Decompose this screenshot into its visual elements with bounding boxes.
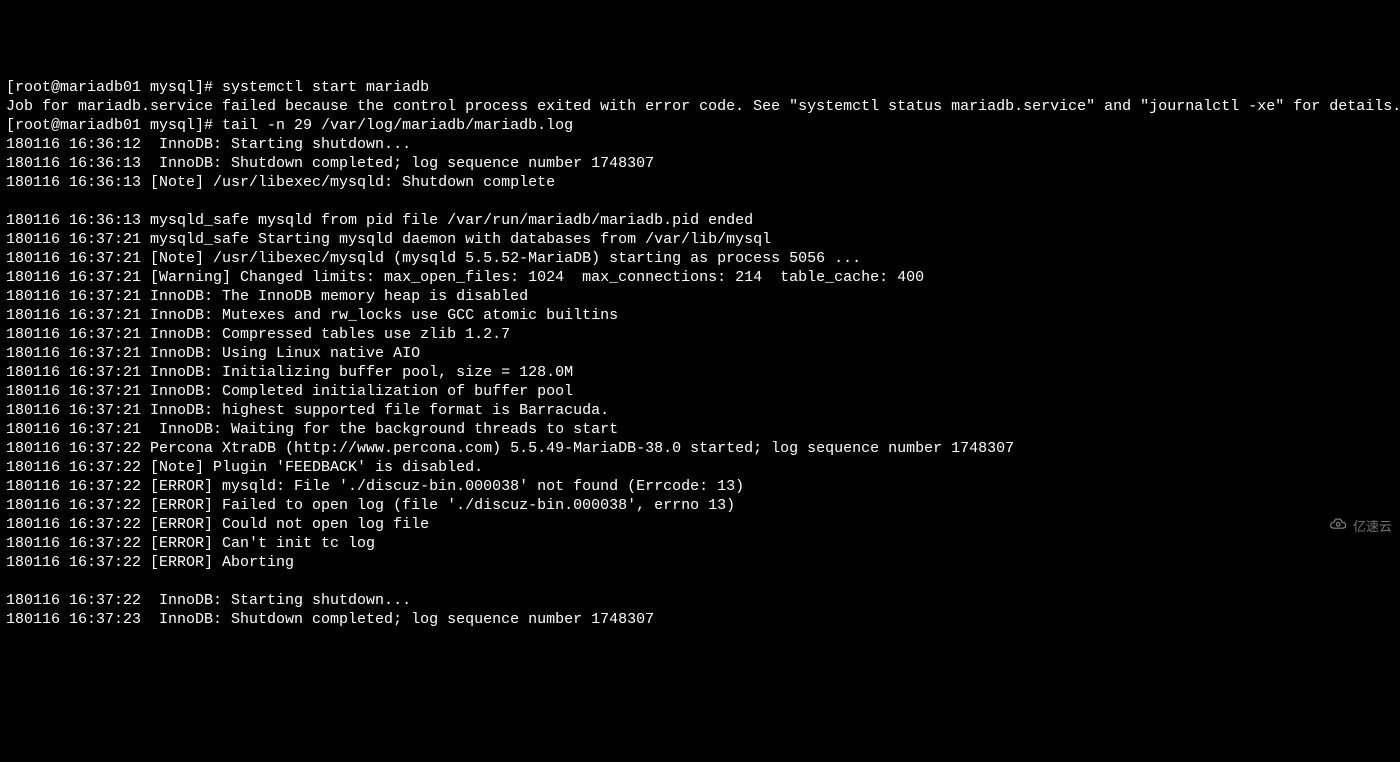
terminal-line bbox=[6, 192, 1394, 211]
terminal-line: 180116 16:37:21 InnoDB: Completed initia… bbox=[6, 382, 1394, 401]
terminal-line: 180116 16:37:21 mysqld_safe Starting mys… bbox=[6, 230, 1394, 249]
watermark-badge: 亿速云 bbox=[1315, 498, 1392, 555]
terminal-line: 180116 16:37:22 [ERROR] Failed to open l… bbox=[6, 496, 1394, 515]
terminal-line: 180116 16:37:21 InnoDB: Mutexes and rw_l… bbox=[6, 306, 1394, 325]
terminal-line: 180116 16:37:22 Percona XtraDB (http://w… bbox=[6, 439, 1394, 458]
terminal-line bbox=[6, 572, 1394, 591]
terminal-line: 180116 16:37:22 [ERROR] Can't init tc lo… bbox=[6, 534, 1394, 553]
terminal-line: 180116 16:37:23 InnoDB: Shutdown complet… bbox=[6, 610, 1394, 629]
terminal-line: 180116 16:36:12 InnoDB: Starting shutdow… bbox=[6, 135, 1394, 154]
terminal-line: 180116 16:37:21 [Note] /usr/libexec/mysq… bbox=[6, 249, 1394, 268]
cloud-icon bbox=[1315, 498, 1349, 555]
terminal-line: 180116 16:36:13 [Note] /usr/libexec/mysq… bbox=[6, 173, 1394, 192]
watermark-text: 亿速云 bbox=[1353, 517, 1392, 536]
terminal-line: 180116 16:37:21 InnoDB: Compressed table… bbox=[6, 325, 1394, 344]
terminal-line: 180116 16:37:21 InnoDB: Waiting for the … bbox=[6, 420, 1394, 439]
terminal-line: 180116 16:36:13 InnoDB: Shutdown complet… bbox=[6, 154, 1394, 173]
terminal-output[interactable]: [root@mariadb01 mysql]# systemctl start … bbox=[6, 78, 1394, 629]
terminal-line: 180116 16:37:22 [ERROR] Aborting bbox=[6, 553, 1394, 572]
terminal-line: 180116 16:37:21 InnoDB: Using Linux nati… bbox=[6, 344, 1394, 363]
terminal-line: 180116 16:37:21 InnoDB: Initializing buf… bbox=[6, 363, 1394, 382]
terminal-line: 180116 16:37:22 InnoDB: Starting shutdow… bbox=[6, 591, 1394, 610]
terminal-line: 180116 16:37:22 [Note] Plugin 'FEEDBACK'… bbox=[6, 458, 1394, 477]
terminal-line: 180116 16:37:21 InnoDB: The InnoDB memor… bbox=[6, 287, 1394, 306]
terminal-line: 180116 16:37:22 [ERROR] mysqld: File './… bbox=[6, 477, 1394, 496]
terminal-line: Job for mariadb.service failed because t… bbox=[6, 97, 1394, 116]
terminal-line: [root@mariadb01 mysql]# systemctl start … bbox=[6, 78, 1394, 97]
terminal-line: 180116 16:37:22 [ERROR] Could not open l… bbox=[6, 515, 1394, 534]
terminal-line: 180116 16:37:21 [Warning] Changed limits… bbox=[6, 268, 1394, 287]
terminal-line: [root@mariadb01 mysql]# tail -n 29 /var/… bbox=[6, 116, 1394, 135]
terminal-line: 180116 16:36:13 mysqld_safe mysqld from … bbox=[6, 211, 1394, 230]
terminal-line: 180116 16:37:21 InnoDB: highest supporte… bbox=[6, 401, 1394, 420]
